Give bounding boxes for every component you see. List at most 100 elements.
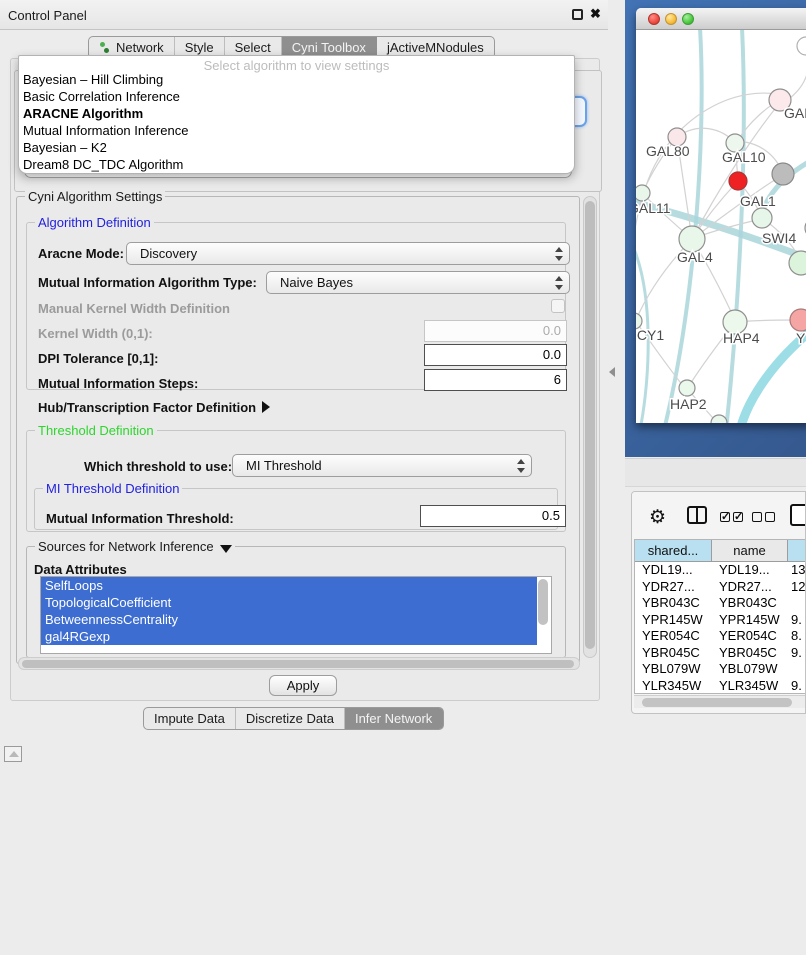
aracne-mode-value: Discovery: [140, 246, 197, 261]
zoom-traffic-light-icon[interactable]: [682, 13, 694, 25]
table-row[interactable]: YBL079WYBL079W: [635, 661, 806, 678]
table-header-row: shared...name: [635, 540, 806, 562]
network-window-titlebar[interactable]: [636, 8, 806, 30]
table-cell: YLR345W: [635, 678, 712, 695]
algorithm-option[interactable]: ARACNE Algorithm: [19, 105, 574, 122]
network-node[interactable]: [772, 163, 794, 185]
add-column-icon[interactable]: [790, 504, 806, 526]
node-attribute-table[interactable]: shared...name YDL19...YDL19...13YDR27...…: [634, 539, 806, 694]
column-header[interactable]: name: [712, 540, 788, 561]
attribute-item[interactable]: SelfLoops: [41, 577, 537, 594]
scrollbar-thumb[interactable]: [585, 201, 595, 649]
unchecked-box-icon: [752, 512, 762, 522]
minimize-traffic-light-icon[interactable]: [665, 13, 677, 25]
network-node-y[interactable]: [790, 309, 806, 331]
network-desktop: GALGAL80GAL10GAL1GAL11SWI4GAL4GCY1HAP4YH…: [625, 0, 806, 457]
table-cell: YDL19...: [635, 562, 712, 579]
combo-stepper-icon: [554, 247, 562, 261]
mi-type-label: Mutual Information Algorithm Type:: [38, 275, 257, 290]
table-cell: 13: [788, 562, 806, 579]
table-row[interactable]: YBR043CYBR043C: [635, 595, 806, 612]
table-row[interactable]: YER054CYER054C8.: [635, 628, 806, 645]
attribute-item[interactable]: gal4RGexp: [41, 628, 537, 645]
float-window-icon[interactable]: [572, 9, 583, 20]
node-label-gal4: GAL4: [677, 249, 713, 265]
mi-type-value: Naive Bayes: [280, 275, 353, 290]
settings-vertical-scrollbar[interactable]: [583, 196, 597, 658]
combo-stepper-icon: [554, 276, 562, 290]
close-traffic-light-icon[interactable]: [648, 13, 660, 25]
network-node[interactable]: [711, 415, 727, 423]
network-icon: [99, 42, 111, 54]
checked-box-icon: [733, 512, 743, 522]
tab-infer-network[interactable]: Infer Network: [345, 708, 443, 729]
column-header[interactable]: shared...: [635, 540, 712, 561]
sources-legend[interactable]: Sources for Network Inference: [35, 539, 235, 554]
network-node[interactable]: [729, 172, 747, 190]
algorithm-option[interactable]: Bayesian – Hill Climbing: [19, 71, 574, 88]
attribute-item[interactable]: BetweennessCentrality: [41, 611, 537, 628]
table-row[interactable]: YPR145WYPR145W9.: [635, 612, 806, 629]
network-node-gal11[interactable]: [636, 185, 650, 201]
cyni-bottom-tabs: Impute DataDiscretize DataInfer Network: [143, 707, 444, 730]
node-label-gal11: GAL11: [636, 200, 671, 216]
table-cell: YPR145W: [635, 612, 712, 629]
table-horizontal-scrollbar[interactable]: [634, 695, 806, 708]
tab-label: jActiveMNodules: [387, 40, 484, 55]
table-row[interactable]: YDL19...YDL19...13: [635, 562, 806, 579]
network-nodes[interactable]: [636, 89, 806, 423]
mi-steps-field[interactable]: 6: [424, 369, 567, 391]
panel-title: Control Panel: [8, 8, 87, 23]
mi-type-combo[interactable]: Naive Bayes: [266, 271, 570, 294]
cyni-settings-legend: Cyni Algorithm Settings: [25, 189, 165, 204]
table-cell: YDR27...: [712, 579, 788, 596]
list-scrollbar[interactable]: [538, 579, 548, 625]
mi-threshold-field[interactable]: 0.5: [420, 505, 566, 527]
show-columns-icon[interactable]: [687, 506, 707, 524]
network-node-gal1[interactable]: [752, 208, 772, 228]
table-row[interactable]: YLR345WYLR345W9.: [635, 678, 806, 695]
aracne-mode-combo[interactable]: Discovery: [126, 242, 570, 265]
dock-panel-icon[interactable]: [4, 746, 22, 762]
node-label-swi4: SWI4: [762, 230, 796, 246]
table-cell: YDR27...: [635, 579, 712, 596]
which-threshold-combo[interactable]: MI Threshold: [232, 454, 532, 477]
select-all-checkboxes-icon[interactable]: [720, 509, 746, 527]
data-attributes-list[interactable]: SelfLoopsTopologicalCoefficientBetweenne…: [40, 576, 552, 654]
settings-horizontal-scrollbar[interactable]: [18, 657, 580, 670]
dpi-tolerance-field[interactable]: 0.0: [424, 344, 567, 366]
table-row[interactable]: YDR27...YDR27...12: [635, 579, 806, 596]
node-label-hap2: HAP2: [670, 396, 707, 412]
kernel-width-label: Kernel Width (0,1):: [38, 326, 153, 341]
algorithm-option[interactable]: Bayesian – K2: [19, 139, 574, 156]
scrollbar-thumb[interactable]: [642, 698, 792, 707]
panel-divider-handle[interactable]: [609, 367, 615, 377]
attribute-item[interactable]: TopologicalCoefficient: [41, 594, 537, 611]
column-header[interactable]: [788, 540, 806, 561]
close-icon[interactable]: ✖: [590, 6, 601, 22]
table-cell: 9.: [788, 645, 806, 662]
manual-kernel-checkbox[interactable]: [551, 299, 565, 313]
algorithm-option[interactable]: Mutual Information Inference: [19, 122, 574, 139]
algorithm-dropdown-popup: Select algorithm to view settings Bayesi…: [18, 55, 575, 174]
deselect-all-checkboxes-icon[interactable]: [752, 509, 778, 527]
hub-definition-expander[interactable]: Hub/Transcription Factor Definition: [38, 400, 270, 415]
network-window[interactable]: GALGAL80GAL10GAL1GAL11SWI4GAL4GCY1HAP4YH…: [636, 8, 806, 423]
scrollbar-thumb[interactable]: [22, 660, 574, 668]
algorithm-option[interactable]: Dream8 DC_TDC Algorithm: [19, 156, 574, 173]
kernel-width-field[interactable]: 0.0: [424, 320, 567, 342]
table-row[interactable]: YBR045CYBR045C9.: [635, 645, 806, 662]
manual-kernel-label: Manual Kernel Width Definition: [38, 301, 230, 316]
tab-discretize-data[interactable]: Discretize Data: [236, 708, 345, 729]
network-node-hap2[interactable]: [679, 380, 695, 396]
expander-expanded-icon: [220, 545, 232, 553]
tab-impute-data[interactable]: Impute Data: [144, 708, 236, 729]
table-body: YDL19...YDL19...13YDR27...YDR27...12YBR0…: [635, 562, 806, 694]
apply-button[interactable]: Apply: [269, 675, 337, 696]
data-attributes-label: Data Attributes: [34, 562, 127, 577]
gear-icon[interactable]: ⚙: [649, 506, 666, 529]
dpi-tolerance-label: DPI Tolerance [0,1]:: [38, 351, 158, 366]
algorithm-option[interactable]: Basic Correlation Inference: [19, 88, 574, 105]
network-canvas[interactable]: GALGAL80GAL10GAL1GAL11SWI4GAL4GCY1HAP4YH…: [636, 30, 806, 423]
table-cell: [788, 661, 806, 678]
